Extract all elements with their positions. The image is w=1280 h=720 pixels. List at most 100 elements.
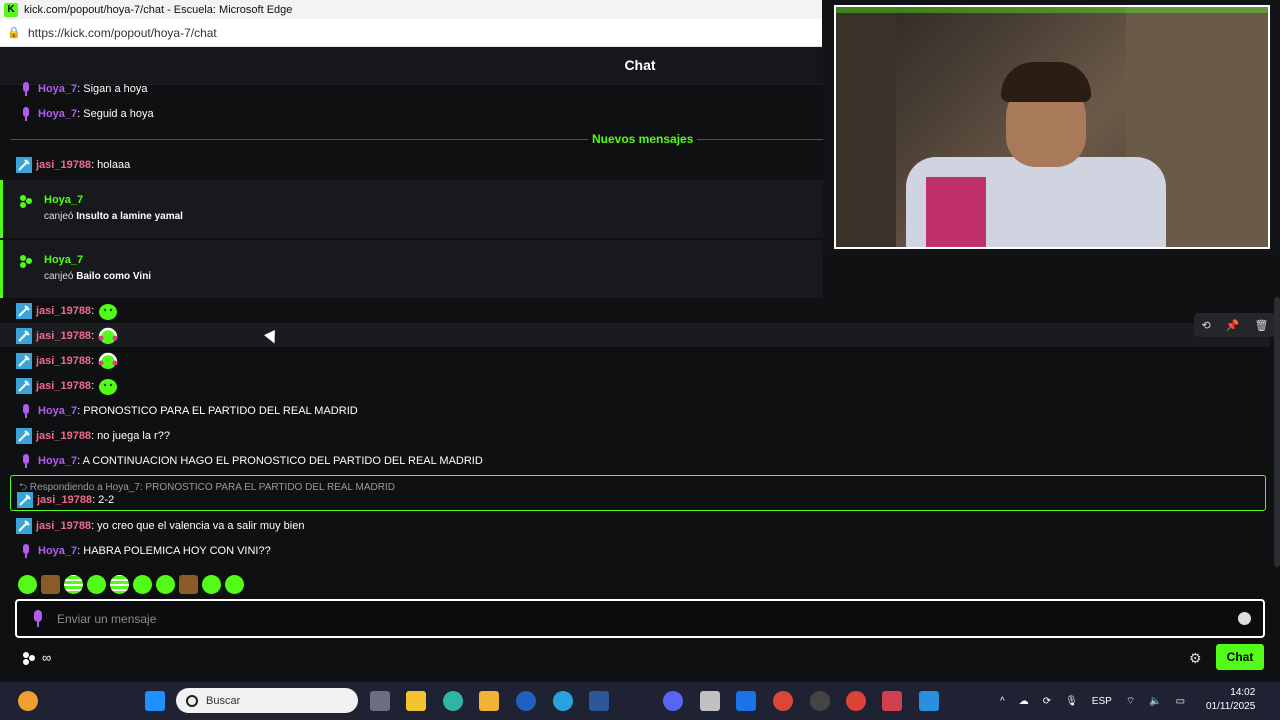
pickaxe-badge-icon xyxy=(16,428,32,444)
infinity-icon[interactable]: ∞ xyxy=(42,650,51,665)
green-cry-emote-icon[interactable] xyxy=(202,575,221,594)
trash-icon[interactable]: 🗑 xyxy=(1255,319,1269,332)
gear-icon[interactable]: ⚙ xyxy=(1189,650,1205,666)
clock-time: 14:02 xyxy=(1230,687,1256,698)
channel-points-icon[interactable] xyxy=(22,651,36,665)
username[interactable]: jasi_19788 xyxy=(36,305,91,317)
wifi-icon[interactable]: ⌔ xyxy=(1126,695,1135,708)
chat-message-input[interactable] xyxy=(57,609,1207,629)
pin-icon[interactable]: 📌 xyxy=(1226,319,1240,332)
chat-message[interactable]: jasi_19788 : xyxy=(0,376,118,396)
hp-icon[interactable] xyxy=(516,691,536,711)
file-explorer-icon[interactable] xyxy=(479,691,499,711)
kick-logo-icon: K xyxy=(4,2,18,17)
channel-points-icon xyxy=(20,195,32,208)
search-placeholder: Buscar xyxy=(206,694,241,707)
taskbar-clock[interactable]: 14:02 01/11/2025 xyxy=(1206,686,1255,714)
undo-icon[interactable]: ⟲ xyxy=(1202,319,1211,332)
volume-icon[interactable]: 🔈 xyxy=(1149,696,1161,707)
language-indicator[interactable]: ESP xyxy=(1092,696,1112,707)
brown-face-emote-icon[interactable] xyxy=(41,575,60,594)
chat-message[interactable]: Hoya_7 : A CONTINUACION HAGO EL PRONOSTI… xyxy=(0,451,483,471)
chrome-icon[interactable] xyxy=(846,691,866,711)
chat-message[interactable]: Hoya_7 : HABRA POLEMICA HOY CON VINI?? xyxy=(0,541,271,561)
username[interactable]: jasi_19788 xyxy=(36,380,91,392)
chevron-up-icon[interactable]: ^ xyxy=(1000,696,1005,707)
browser-titlebar: K kick.com/popout/hoya-7/chat - Escuela:… xyxy=(0,0,822,19)
green-grin-emote-icon[interactable] xyxy=(87,575,106,594)
address-bar[interactable]: 🔒 https://kick.com/popout/hoya-7/chat xyxy=(0,19,822,47)
chat-message[interactable]: jasi_19788 : yo creo que el valencia va … xyxy=(0,516,304,536)
edge-icon[interactable] xyxy=(443,691,463,711)
reply-message[interactable]: ⮌ Respondiendo a Hoya_7: PRONOSTICO PARA… xyxy=(10,475,1266,511)
username[interactable]: Hoya_7 xyxy=(38,405,77,417)
username[interactable]: jasi_19788 xyxy=(36,330,91,342)
username[interactable]: jasi_19788 xyxy=(36,520,91,532)
username[interactable]: Hoya_7 xyxy=(38,83,77,95)
search-icon xyxy=(186,694,198,707)
username[interactable]: Hoya_7 xyxy=(38,545,77,557)
green-blob-emote-icon[interactable] xyxy=(98,302,118,320)
cloud-off-icon[interactable]: ☁ xyxy=(1019,696,1029,707)
username[interactable]: Hoya_7 xyxy=(38,455,77,467)
chat-message[interactable]: jasi_19788 : holaaa xyxy=(0,155,130,175)
send-chat-button[interactable]: Chat xyxy=(1216,644,1264,670)
store-icon[interactable] xyxy=(406,691,426,711)
hovered-message-row xyxy=(0,323,1270,347)
message-text: : holaaa xyxy=(91,159,131,171)
username[interactable]: jasi_19788 xyxy=(37,494,92,506)
url-text[interactable]: https://kick.com/popout/hoya-7/chat xyxy=(28,26,217,40)
emoji-picker-icon[interactable] xyxy=(1238,612,1251,625)
green-smile-emote-icon[interactable] xyxy=(156,575,175,594)
chat-scrollbar[interactable] xyxy=(1274,297,1280,567)
chat-message[interactable]: jasi_19788 : xyxy=(0,326,118,346)
green-headphones-emote-icon[interactable] xyxy=(98,327,118,345)
clock-app-icon[interactable] xyxy=(810,691,830,711)
task-view-icon[interactable] xyxy=(370,691,390,711)
chat-message[interactable]: jasi_19788 : xyxy=(0,351,118,371)
microphone-badge-icon xyxy=(23,107,29,121)
username[interactable]: jasi_19788 xyxy=(36,355,91,367)
brown-hat-emote-icon[interactable] xyxy=(179,575,198,594)
stream-video-popout[interactable] xyxy=(823,0,1280,256)
word-icon[interactable] xyxy=(589,691,609,711)
redemption-user[interactable]: Hoya_7 xyxy=(44,254,83,266)
microphone-icon[interactable]: 🎙 xyxy=(1065,696,1078,707)
green-blob-emote-icon[interactable] xyxy=(98,377,118,395)
widgets-icon[interactable] xyxy=(18,691,38,711)
sync-icon[interactable]: ⟳ xyxy=(1043,696,1051,707)
message-text: : yo creo que el valencia va a salir muy… xyxy=(91,520,305,532)
microphone-badge-icon xyxy=(23,544,29,558)
green-blob-emote-icon[interactable] xyxy=(18,575,37,594)
snipping-tool-icon[interactable] xyxy=(882,691,902,711)
powerpoint-icon[interactable] xyxy=(773,691,793,711)
mail-icon[interactable] xyxy=(736,691,756,711)
green-headphones-emote-icon[interactable] xyxy=(110,575,129,594)
username[interactable]: Hoya_7 xyxy=(38,108,77,120)
message-mod-tools: ⟲ 📌 🗑 xyxy=(1194,313,1276,337)
chat-message[interactable]: Hoya_7 : Seguid a hoya xyxy=(0,104,154,124)
battery-icon[interactable]: ▭ xyxy=(1176,696,1185,707)
green-headphones-emote-icon[interactable] xyxy=(98,352,118,370)
channel-points-icon xyxy=(20,255,32,268)
redemption-user[interactable]: Hoya_7 xyxy=(44,194,83,206)
photos-icon[interactable] xyxy=(919,691,939,711)
chat-message[interactable]: Hoya_7 : Sigan a hoya xyxy=(0,79,147,99)
new-messages-label: Nuevos mensajes xyxy=(588,132,698,146)
chat-message[interactable]: Hoya_7 : PRONOSTICO PARA EL PARTIDO DEL … xyxy=(0,401,358,421)
chat-message[interactable]: jasi_19788 : xyxy=(0,301,118,321)
username[interactable]: jasi_19788 xyxy=(36,159,91,171)
chat-input-box[interactable] xyxy=(15,599,1265,638)
roblox-icon[interactable] xyxy=(700,691,720,711)
green-blob-emote-icon[interactable] xyxy=(133,575,152,594)
green-headphones-emote-icon[interactable] xyxy=(64,575,83,594)
video-player[interactable] xyxy=(834,5,1270,249)
support-icon[interactable] xyxy=(553,691,573,711)
message-text: : A CONTINUACION HAGO EL PRONOSTICO DEL … xyxy=(77,455,483,467)
green-sick-emote-icon[interactable] xyxy=(225,575,244,594)
windows-start-icon[interactable] xyxy=(145,691,165,711)
discord-icon[interactable] xyxy=(663,691,683,711)
chat-message[interactable]: jasi_19788 : no juega la r?? xyxy=(0,426,170,446)
taskbar-search[interactable]: Buscar xyxy=(176,688,358,713)
username[interactable]: jasi_19788 xyxy=(36,430,91,442)
